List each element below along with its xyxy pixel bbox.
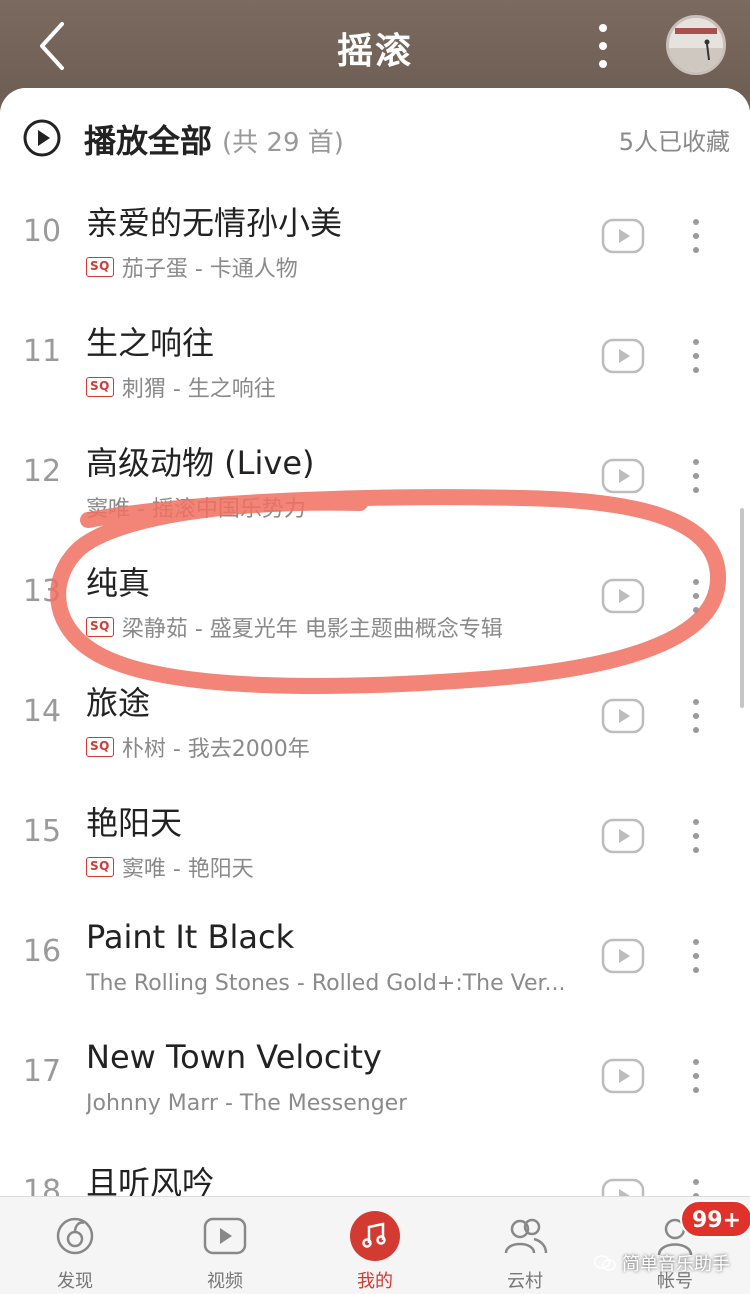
tab-label: 发现	[57, 1271, 93, 1292]
song-number: 13	[22, 574, 62, 609]
video-icon	[203, 1217, 247, 1255]
song-more-icon[interactable]	[686, 454, 706, 498]
scrollbar[interactable]	[740, 508, 744, 708]
song-title: 高级动物 (Live)	[86, 444, 315, 482]
song-number: 12	[22, 454, 62, 489]
song-subtitle: The Rolling Stones - Rolled Gold+:The Ve…	[86, 971, 581, 996]
song-subtitle: SQ 刺猬 - 生之响往	[86, 371, 581, 403]
mv-play-icon[interactable]	[601, 578, 645, 614]
song-row[interactable]: 17 New Town Velocity Johnny Marr - The Mes…	[0, 1016, 750, 1136]
song-subtitle: SQ 梁静茹 - 盛夏光年 电影主题曲概念专辑	[86, 611, 581, 643]
song-subtitle: SQ 朴树 - 我去2000年	[86, 731, 581, 763]
artist-album-text: 刺猬 - 生之响往	[121, 377, 276, 402]
artist-album-text: 窦唯 - 艳阳天	[121, 857, 254, 882]
song-row[interactable]: 10 亲爱的无情孙小美 SQ 茄子蛋 - 卡通人物	[0, 176, 750, 296]
song-more-icon[interactable]	[686, 694, 706, 738]
song-row[interactable]: 13 纯真 SQ 梁静茹 - 盛夏光年 电影主题曲概念专辑	[0, 536, 750, 656]
song-row[interactable]: 14 旅途 SQ 朴树 - 我去2000年	[0, 656, 750, 776]
artist-album-text: 梁静茹 - 盛夏光年 电影主题曲概念专辑	[121, 617, 503, 642]
friends-icon	[504, 1218, 548, 1254]
artist-album-text: 茄子蛋 - 卡通人物	[121, 257, 298, 282]
artist-album-text: 窦唯 - 摇滚中国乐势力	[86, 497, 306, 522]
song-number: 16	[22, 934, 62, 969]
play-all-bar[interactable]: 播放全部 (共 29 首) 5人已收藏	[0, 88, 750, 188]
song-more-icon[interactable]	[686, 574, 706, 618]
tab-label: 我的	[357, 1271, 393, 1292]
tab-label: 视频	[207, 1271, 243, 1292]
song-row[interactable]: 18且听风吟SQ朴树 - 生如夏花	[0, 1136, 750, 1198]
song-title: 纯真	[86, 564, 151, 602]
play-all-label[interactable]: 播放全部	[84, 116, 212, 162]
song-more-icon[interactable]	[686, 934, 706, 978]
song-subtitle: 窦唯 - 摇滚中国乐势力	[86, 491, 581, 523]
watermark-text: 简单音乐助手	[622, 1254, 730, 1275]
sq-quality-badge: SQ	[86, 617, 114, 637]
tab-friends[interactable]: 云村	[450, 1197, 600, 1294]
sq-quality-badge: SQ	[86, 377, 114, 397]
music-note-icon	[350, 1211, 400, 1261]
song-title: Paint It Black	[86, 918, 295, 956]
mv-play-icon[interactable]	[601, 338, 645, 374]
artist-album-text: Johnny Marr - The Messenger	[86, 1091, 408, 1116]
song-subtitle: Johnny Marr - The Messenger	[86, 1091, 581, 1116]
play-circle-icon[interactable]	[22, 118, 62, 158]
tab-video[interactable]: 视频	[150, 1197, 300, 1294]
song-count: (共 29 首)	[222, 128, 344, 158]
song-row[interactable]: 11 生之响往 SQ 刺猬 - 生之响往	[0, 296, 750, 416]
song-subtitle: SQ 茄子蛋 - 卡通人物	[86, 251, 581, 283]
song-title: 且听风吟	[86, 1164, 215, 1198]
more-options-icon[interactable]	[585, 18, 621, 74]
tab-music-note[interactable]: 我的	[300, 1197, 450, 1294]
song-number: 14	[22, 694, 62, 729]
song-more-icon[interactable]	[686, 1054, 706, 1098]
wechat-icon	[594, 1255, 616, 1271]
top-bar: 摇滚	[0, 0, 750, 95]
sq-quality-badge: SQ	[86, 257, 114, 277]
song-title: 旅途	[86, 684, 151, 722]
playlist-cover-avatar[interactable]	[666, 15, 726, 75]
mv-play-icon[interactable]	[601, 1058, 645, 1094]
song-subtitle: SQ 窦唯 - 艳阳天	[86, 851, 581, 883]
song-row[interactable]: 12 高级动物 (Live) 窦唯 - 摇滚中国乐势力	[0, 416, 750, 536]
song-more-icon[interactable]	[686, 334, 706, 378]
song-title: 生之响往	[86, 324, 215, 362]
song-number: 18	[22, 1174, 62, 1198]
song-more-icon[interactable]	[686, 1174, 706, 1198]
song-title: 亲爱的无情孙小美	[86, 204, 343, 242]
mv-play-icon[interactable]	[601, 818, 645, 854]
sq-quality-badge: SQ	[86, 737, 114, 757]
song-number: 11	[22, 334, 62, 369]
mv-play-icon[interactable]	[601, 1178, 645, 1198]
song-title: New Town Velocity	[86, 1038, 382, 1076]
song-number: 10	[22, 214, 62, 249]
page-title: 摇滚	[336, 31, 413, 72]
song-row[interactable]: 15 艳阳天 SQ 窦唯 - 艳阳天	[0, 776, 750, 896]
song-more-icon[interactable]	[686, 214, 706, 258]
artist-album-text: The Rolling Stones - Rolled Gold+:The Ve…	[86, 971, 566, 996]
mv-play-icon[interactable]	[601, 938, 645, 974]
mv-play-icon[interactable]	[601, 218, 645, 254]
song-row[interactable]: 16 Paint It Black The Rolling Stones - Rol…	[0, 896, 750, 1016]
song-title: 艳阳天	[86, 804, 183, 842]
tab-label: 云村	[507, 1271, 543, 1292]
tab-bar: 发现 视频 我的 云村 帐号	[0, 1196, 750, 1294]
watermark: 简单音乐助手	[594, 1250, 730, 1276]
sq-quality-badge: SQ	[86, 857, 114, 877]
song-more-icon[interactable]	[686, 814, 706, 858]
playlist-sheet: 10 亲爱的无情孙小美 SQ 茄子蛋 - 卡通人物 11 生之响往 SQ 刺猬 - 生之响往 1…	[0, 88, 750, 1198]
cover-image-icon	[669, 18, 723, 72]
mv-play-icon[interactable]	[601, 698, 645, 734]
song-number: 17	[22, 1054, 62, 1089]
mv-play-icon[interactable]	[601, 458, 645, 494]
song-number: 15	[22, 814, 62, 849]
discover-icon	[56, 1217, 94, 1255]
tab-discover[interactable]: 发现	[0, 1197, 150, 1294]
notification-badge: 99+	[680, 1200, 750, 1238]
collect-count: 5人已收藏	[618, 128, 730, 156]
artist-album-text: 朴树 - 我去2000年	[121, 737, 310, 762]
